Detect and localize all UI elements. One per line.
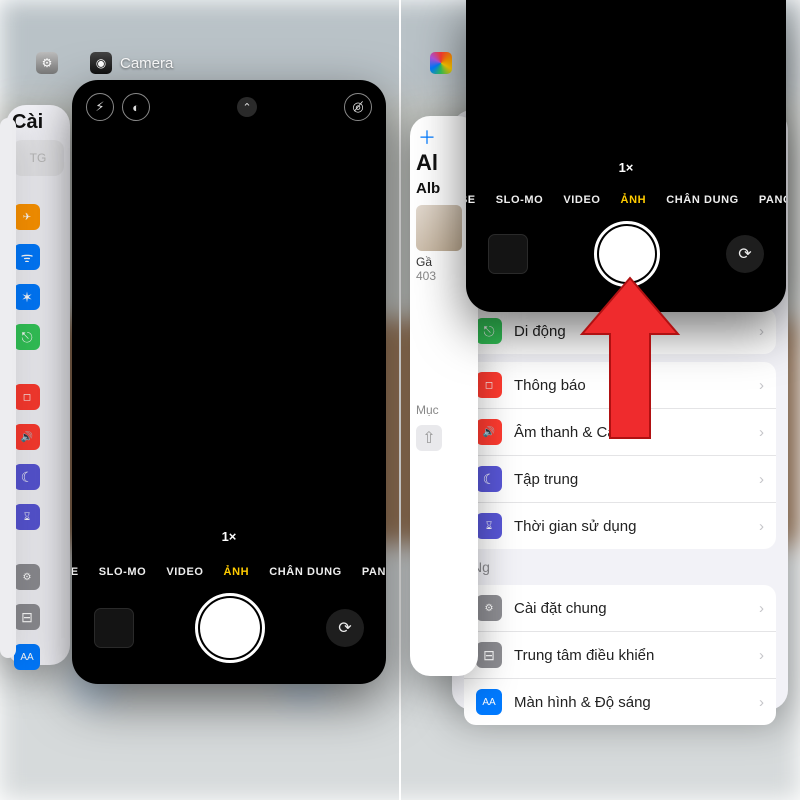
switcher-header-camera[interactable]: ◉ Camera (90, 52, 173, 74)
row-label: Tập trung (514, 471, 578, 488)
camera-mode-clipped[interactable]: SE (466, 194, 476, 206)
last-photo-thumb[interactable] (94, 608, 134, 648)
switcher-header-photos-icon[interactable] (430, 52, 452, 74)
row-icon: ⚙︎ (476, 595, 502, 621)
live-photo-off-icon[interactable]: ◎̸ (344, 93, 372, 121)
settings-row-t-p-trung[interactable]: ☾ Tập trung › (464, 456, 776, 503)
camera-mode-chân dung[interactable]: CHÂN DUNG (666, 194, 739, 206)
chevron-right-icon: › (759, 600, 764, 617)
camera-app-label: Camera (120, 55, 173, 72)
camera-card-right-swiping[interactable]: 1× SE SLO-MO VIDEO ẢNH CHÂN DUNG PANO ⟳ (466, 0, 786, 312)
camera-mode-pano[interactable]: PANO (759, 194, 786, 206)
section-label-ng: Ng (452, 557, 788, 577)
row-icon: ⎋ (476, 318, 502, 344)
tutorial-diptych: Cài TG ✈︎ᯤ✶⎋◻︎🔊☾⌛︎⚙︎⊟AA ⚙︎ ◉ Camera ⚡︎ ◐… (0, 0, 800, 800)
switcher-header-settings-icon[interactable]: ⚙︎ (36, 52, 58, 74)
settings-sidebar-chip-8[interactable]: ⚙︎ (14, 564, 40, 590)
zoom-indicator[interactable]: 1× (466, 160, 786, 175)
settings-sidebar-chip-3[interactable]: ⎋ (14, 324, 40, 350)
camera-card-left[interactable]: ⚡︎ ◐ ⌃ ◎̸ 1× SE SLO-MO VIDEO ẢNH CHÂN DUNG PA… (72, 80, 386, 684)
row-icon: ☾ (476, 466, 502, 492)
settings-sidebar-chip-6[interactable]: ☾ (14, 464, 40, 490)
flash-icon[interactable]: ⚡︎ (86, 93, 114, 121)
row-icon: AA (476, 689, 502, 715)
camera-mode-slo-mo[interactable]: SLO-MO (99, 566, 147, 578)
row-icon: ⊟ (476, 642, 502, 668)
camera-mode-ảnh[interactable]: ẢNH (621, 194, 647, 206)
camera-mode-pano[interactable]: PANO (362, 566, 386, 578)
camera-mode-carousel[interactable]: SE SLO-MO VIDEO ẢNH CHÂN DUNG PANO (72, 566, 386, 578)
switcher-card-sliver-left[interactable] (0, 118, 16, 658)
chevron-up-icon[interactable]: ⌃ (237, 97, 257, 117)
row-label: Di động (514, 323, 566, 340)
camera-topbar: ⚡︎ ◐ ⌃ ◎̸ (72, 90, 386, 124)
photos-app-icon (430, 52, 452, 74)
settings-profile-tile[interactable]: TG (12, 140, 64, 176)
shutter-button[interactable] (200, 598, 260, 658)
row-label: Trung tâm điều khiển (514, 647, 654, 664)
camera-mode-video[interactable]: VIDEO (166, 566, 203, 578)
camera-shutter-row: ⟳ (72, 598, 386, 658)
flip-camera-icon[interactable]: ⟳ (326, 609, 364, 647)
chevron-right-icon: › (759, 323, 764, 340)
camera-mode-slo-mo[interactable]: SLO-MO (496, 194, 544, 206)
photos-share-icon[interactable]: ⇧ (416, 425, 442, 451)
chevron-right-icon: › (759, 518, 764, 535)
flip-camera-icon[interactable]: ⟳ (726, 235, 764, 273)
settings-app-icon: ⚙︎ (36, 52, 58, 74)
last-photo-thumb[interactable] (488, 234, 528, 274)
camera-mode-ảnh[interactable]: ẢNH (224, 566, 250, 578)
settings-group-general: ⚙︎Cài đặt chung›⊟Trung tâm điều khiển›AA… (464, 585, 776, 725)
night-mode-icon[interactable]: ◐ (122, 93, 150, 121)
row-label: Cài đặt chung (514, 600, 607, 617)
settings-row-th-i-gian-s-d-ng[interactable]: ⌛︎ Thời gian sử dụng › (464, 503, 776, 549)
row-icon: ⌛︎ (476, 513, 502, 539)
panel-divider (399, 0, 401, 800)
row-label: Thời gian sử dụng (514, 518, 636, 535)
settings-sidebar-chip-5[interactable]: 🔊 (14, 424, 40, 450)
section-label-muc: Mục (410, 403, 478, 417)
zoom-indicator[interactable]: 1× (72, 529, 386, 544)
chevron-right-icon: › (759, 377, 764, 394)
settings-sidebar-chip-10[interactable]: AA (14, 644, 40, 670)
settings-row-trung-t-m-i-u-khi-n[interactable]: ⊟ Trung tâm điều khiển › (464, 632, 776, 679)
chevron-right-icon: › (759, 647, 764, 664)
album-thumb[interactable] (416, 205, 462, 251)
settings-sidebar-chip-2[interactable]: ✶ (14, 284, 40, 310)
settings-sidebar-chip-0[interactable]: ✈︎ (14, 204, 40, 230)
camera-mode-clipped[interactable]: SE (72, 566, 79, 578)
settings-sidebar-chip-4[interactable]: ◻︎ (14, 384, 40, 410)
row-label: Màn hình & Độ sáng (514, 694, 651, 711)
settings-sidebar-chip-1[interactable]: ᯤ (14, 244, 40, 270)
settings-row-c-i-t-chung[interactable]: ⚙︎ Cài đặt chung › (464, 585, 776, 632)
camera-mode-chân dung[interactable]: CHÂN DUNG (269, 566, 342, 578)
annotation-arrow-up (570, 270, 690, 450)
camera-app-icon: ◉ (90, 52, 112, 74)
camera-mode-carousel[interactable]: SE SLO-MO VIDEO ẢNH CHÂN DUNG PANO (466, 194, 786, 206)
settings-row-m-n-h-nh-s-ng[interactable]: AA Màn hình & Độ sáng › (464, 679, 776, 725)
row-icon: ◻︎ (476, 372, 502, 398)
settings-sidebar-chip-9[interactable]: ⊟ (14, 604, 40, 630)
chevron-right-icon: › (759, 694, 764, 711)
row-icon: 🔊 (476, 419, 502, 445)
settings-sidebar-chip-7[interactable]: ⌛︎ (14, 504, 40, 530)
chevron-right-icon: › (759, 471, 764, 488)
camera-mode-video[interactable]: VIDEO (563, 194, 600, 206)
chevron-right-icon: › (759, 424, 764, 441)
